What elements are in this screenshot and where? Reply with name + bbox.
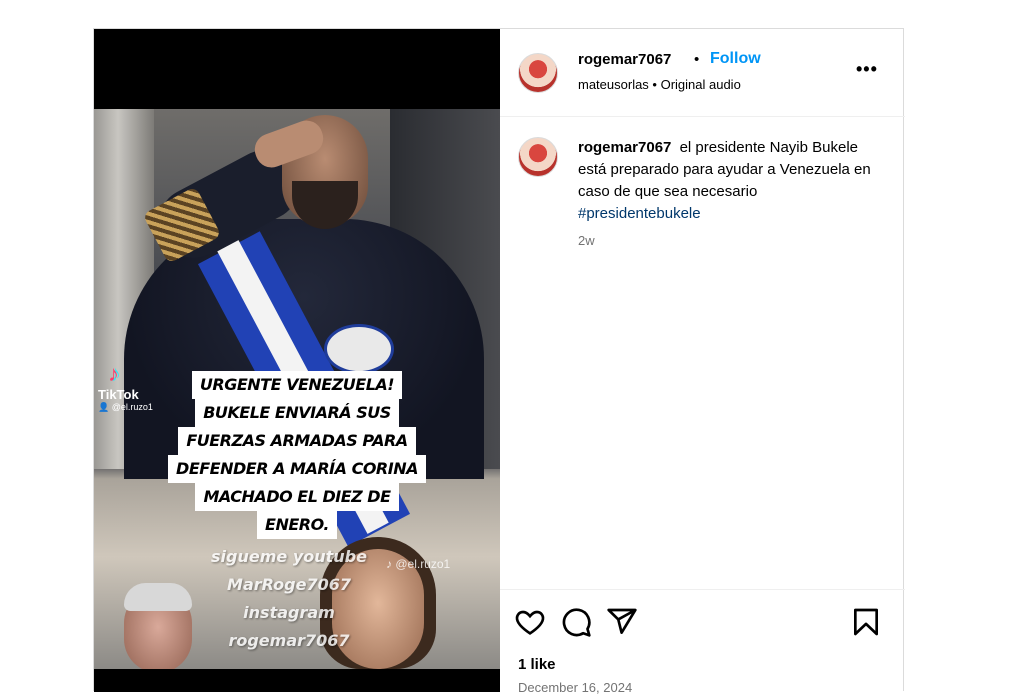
caption-line: ENERO.	[257, 511, 337, 539]
comment-avatar[interactable]	[518, 137, 558, 177]
caption-line: BUKELE ENVIARÁ SUS	[195, 399, 399, 427]
caption-line: DEFENDER A MARÍA CORINA	[168, 455, 426, 483]
post-header: rogemar7067 • Follow mateusorlas • Origi…	[500, 29, 905, 117]
comment-icon[interactable]	[560, 606, 592, 638]
like-count[interactable]: 1 like	[518, 656, 556, 673]
author-avatar[interactable]	[518, 53, 558, 93]
overlay-line: MarRoge7067	[227, 575, 351, 594]
post-date[interactable]: December 16, 2024	[518, 680, 632, 695]
time-ago[interactable]: 2w	[578, 233, 595, 248]
author-username[interactable]: rogemar7067	[578, 51, 671, 68]
overlay-line: instagram	[243, 603, 335, 622]
caption-line: MACHADO EL DIEZ DE	[195, 483, 399, 511]
follow-button[interactable]: Follow	[710, 50, 761, 68]
more-icon[interactable]: •••	[856, 59, 878, 80]
heart-icon[interactable]	[514, 606, 546, 638]
share-icon[interactable]	[606, 606, 638, 638]
overlay-line: sigueme youtube	[211, 547, 367, 566]
caption-line: FUERZAS ARMADAS PARA	[178, 427, 416, 455]
older-man-hair	[124, 583, 192, 611]
bookmark-icon[interactable]	[850, 606, 882, 638]
caption-username[interactable]: rogemar7067	[578, 139, 671, 156]
promo-overlay: sigueme youtube MarRoge7067 instagram ro…	[204, 543, 374, 655]
sash-crest	[324, 324, 394, 374]
separator-dot: •	[694, 51, 700, 68]
hashtag-link[interactable]: #presidentebukele	[578, 205, 701, 222]
video-watermark: ♪ @el.ruzo1	[386, 557, 451, 571]
caption-line: URGENTE VENEZUELA!	[191, 371, 403, 399]
post-caption: rogemar7067 el presidente Nayib Bukele e…	[578, 137, 878, 225]
post-card: ♪ TikTok 👤 @el.ruzo1 URGENTE VENEZUELA! …	[93, 28, 905, 695]
video-frame[interactable]: ♪ TikTok 👤 @el.ruzo1 URGENTE VENEZUELA! …	[94, 109, 500, 669]
overlay-line: rogemar7067	[228, 631, 350, 650]
post-sidebar: rogemar7067 • Follow mateusorlas • Origi…	[500, 29, 905, 695]
audio-line[interactable]: mateusorlas • Original audio	[578, 77, 741, 92]
action-bar: 1 like December 16, 2024	[500, 589, 905, 695]
video-caption: URGENTE VENEZUELA! BUKELE ENVIARÁ SUS FU…	[94, 371, 500, 539]
post-media[interactable]: ♪ TikTok 👤 @el.ruzo1 URGENTE VENEZUELA! …	[94, 29, 500, 692]
